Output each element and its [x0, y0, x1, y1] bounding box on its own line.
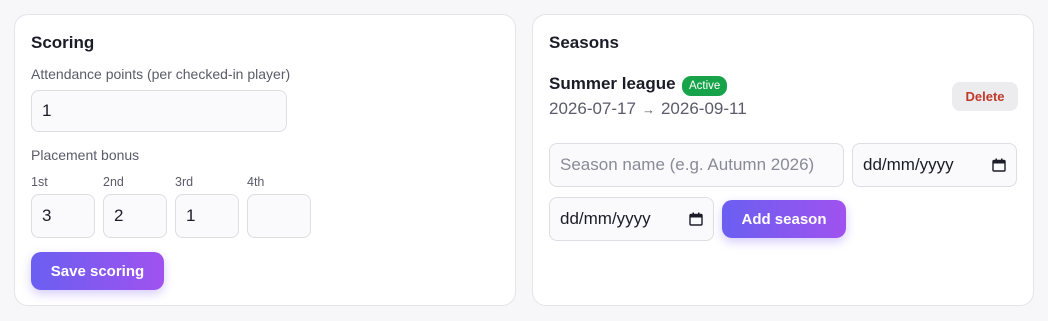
scoring-title: Scoring [31, 33, 95, 52]
end-date-input[interactable]: dd/mm/yyyy [549, 197, 714, 241]
season-end-date: 2026-09-11 [660, 99, 747, 118]
add-season-button[interactable]: Add season [722, 200, 846, 238]
seasons-title: Seasons [549, 33, 619, 52]
arrow-right-icon: → [641, 101, 655, 117]
season-start-date: 2026-07-17 [549, 99, 636, 118]
status-badge: Active [682, 76, 728, 96]
place-3rd-value: 1 [186, 206, 196, 225]
place-2nd-input[interactable]: 2 [103, 194, 167, 238]
place-1st-value: 3 [42, 206, 52, 225]
place-4th-label: 4th [247, 175, 265, 189]
end-date-placeholder: dd/mm/yyyy [560, 209, 651, 228]
delete-season-button[interactable]: Delete [952, 82, 1018, 111]
attendance-points-label: Attendance points (per checked-in player… [31, 66, 291, 82]
place-3rd-input[interactable]: 1 [175, 194, 239, 238]
season-name: Summer league [549, 74, 676, 93]
scoring-card: Scoring Attendance points (per checked-i… [14, 14, 516, 306]
season-name-placeholder: Season name (e.g. Autumn 2026) [560, 155, 815, 174]
seasons-card: Seasons Summer league Active 2026-07-17 … [532, 14, 1034, 306]
place-1st-label: 1st [31, 175, 48, 189]
calendar-icon[interactable] [992, 158, 1006, 172]
attendance-points-input[interactable]: 1 [31, 90, 287, 132]
place-3rd-label: 3rd [175, 175, 194, 189]
place-2nd-label: 2nd [103, 175, 124, 189]
calendar-icon[interactable] [689, 212, 703, 226]
placement-bonus-label: Placement bonus [31, 147, 140, 163]
save-scoring-button[interactable]: Save scoring [31, 252, 164, 290]
season-name-input[interactable]: Season name (e.g. Autumn 2026) [549, 143, 844, 187]
start-date-input[interactable]: dd/mm/yyyy [852, 143, 1017, 187]
place-4th-input[interactable] [247, 194, 311, 238]
place-1st-input[interactable]: 3 [31, 194, 95, 238]
attendance-points-value: 1 [42, 101, 52, 120]
start-date-placeholder: dd/mm/yyyy [863, 155, 954, 174]
place-2nd-value: 2 [114, 206, 124, 225]
season-dates: 2026-07-17 → 2026-09-11 [549, 99, 747, 119]
